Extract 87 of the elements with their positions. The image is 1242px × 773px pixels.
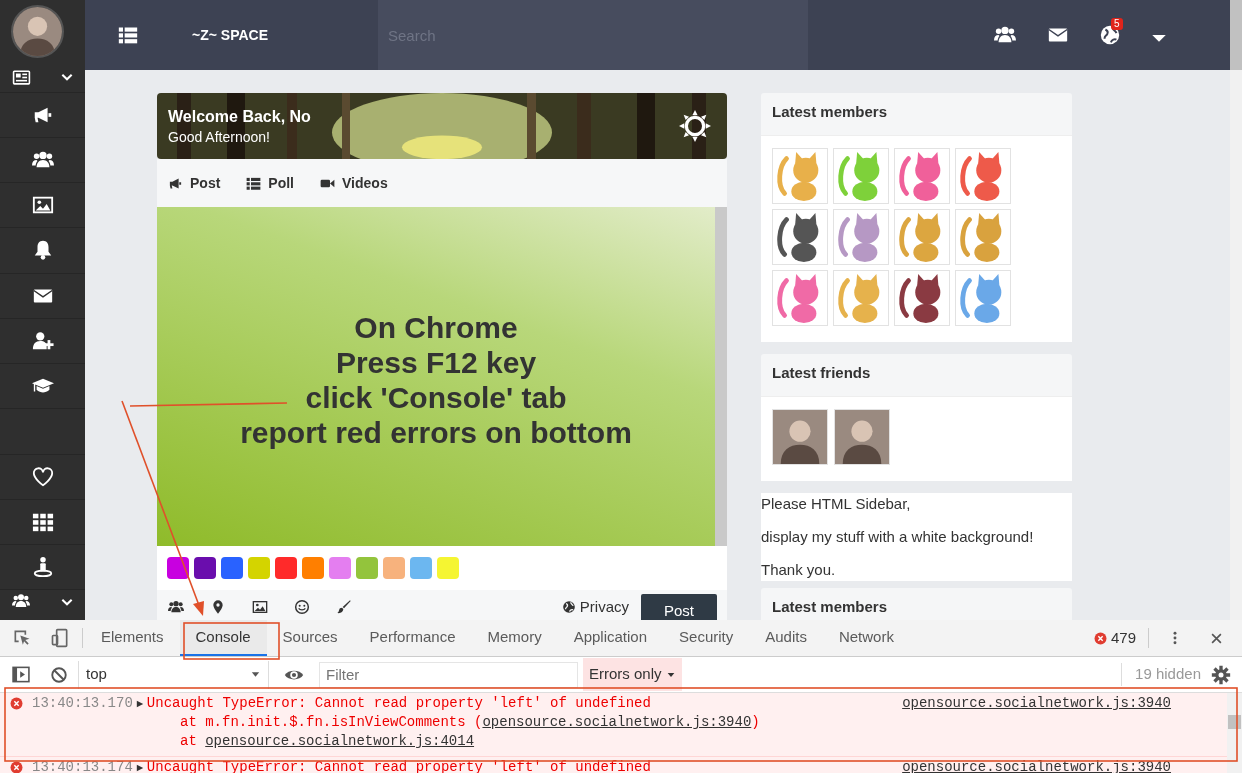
- color-swatch[interactable]: [356, 557, 378, 580]
- globe-icon: [561, 600, 576, 615]
- device-toolbar-icon[interactable]: [50, 628, 70, 648]
- devtools-tab[interactable]: Performance: [353, 620, 472, 656]
- composer-tab[interactable]: Videos: [319, 172, 388, 194]
- color-swatch[interactable]: [194, 557, 216, 580]
- widget-title: Latest friends: [772, 364, 871, 382]
- error-icon: [10, 761, 23, 773]
- sidebar-text: Thank you.: [761, 560, 837, 580]
- canvas-text-line: report red errors on bottom: [240, 414, 632, 450]
- cat-avatar-icon[interactable]: [955, 148, 1011, 204]
- widget-title: Latest members: [772, 103, 888, 121]
- color-swatch[interactable]: [167, 557, 189, 580]
- welcome-title: Welcome Back, No: [168, 106, 311, 127]
- timestamp: 13:40:13.170: [32, 694, 133, 713]
- grid-icon: [31, 511, 54, 533]
- brush-icon[interactable]: [335, 599, 353, 616]
- add-user-icon: [31, 329, 54, 352]
- clear-icon[interactable]: [50, 665, 68, 684]
- sidebar-toggle-icon[interactable]: [11, 665, 31, 684]
- friend-avatar[interactable]: [772, 409, 828, 465]
- stack-trace-line: at m.fn.init.$.fn.isInViewComments (opensource.socialnetwork.js:3940): [179, 713, 761, 732]
- color-swatch[interactable]: [410, 557, 432, 580]
- sun-icon[interactable]: [679, 110, 711, 143]
- devtools-tab[interactable]: Memory: [471, 620, 558, 656]
- source-link[interactable]: opensource.socialnetwork.js:4014: [205, 733, 475, 749]
- devtools-tab[interactable]: Elements: [85, 620, 180, 656]
- notification-badge: 5: [1111, 18, 1123, 30]
- menu-icon[interactable]: [116, 25, 139, 45]
- newspaper-icon[interactable]: [11, 67, 32, 87]
- scrollbar[interactable]: [1230, 0, 1242, 620]
- devtools-tab[interactable]: Application: [557, 620, 664, 656]
- dropdown-caret-icon: [250, 669, 261, 680]
- devtools-tab[interactable]: Network: [822, 620, 910, 656]
- devtools-tab[interactable]: Audits: [749, 620, 823, 656]
- source-link[interactable]: opensource.socialnetwork.js:3940: [902, 694, 1171, 713]
- heart-icon: [31, 465, 54, 488]
- widget-title: Latest members: [772, 598, 888, 616]
- composer-tab[interactable]: Post: [167, 172, 221, 194]
- color-swatch[interactable]: [329, 557, 351, 580]
- devtools-tab[interactable]: Sources: [266, 620, 354, 656]
- source-link[interactable]: opensource.socialnetwork.js:3940: [482, 714, 752, 730]
- friend-avatar[interactable]: [834, 409, 890, 465]
- canvas-text-line: On Chrome: [354, 309, 518, 345]
- console-error-row[interactable]: [0, 693, 1227, 757]
- color-swatch[interactable]: [302, 557, 324, 580]
- welcome-subtitle: Good Afternoon!: [168, 127, 271, 147]
- context-select[interactable]: top: [78, 660, 268, 689]
- hidden-count: 19 hidden: [1121, 663, 1201, 686]
- privacy-button[interactable]: Privacy: [561, 599, 629, 616]
- error-icon: [1093, 631, 1107, 645]
- log-level-select[interactable]: Errors only: [583, 658, 682, 691]
- devtools-tab[interactable]: Console: [179, 620, 267, 656]
- person-pin-icon: [31, 556, 54, 579]
- profile-avatar[interactable]: [11, 5, 64, 58]
- cat-avatar-icon[interactable]: [772, 209, 828, 265]
- scrollbar[interactable]: [715, 207, 727, 546]
- sidebar-text: Please HTML Sidebar,: [761, 494, 912, 514]
- list-icon: [245, 175, 263, 191]
- error-icon: [10, 697, 23, 710]
- color-swatch[interactable]: [275, 557, 297, 580]
- error-message: Uncaught TypeError: Cannot read property 'left' of undefined: [146, 694, 651, 713]
- timestamp: 13:40:13.174: [32, 758, 133, 773]
- color-swatch[interactable]: [221, 557, 243, 580]
- inspect-icon[interactable]: [12, 628, 32, 648]
- brand-name[interactable]: ~Z~ SPACE: [170, 24, 378, 46]
- image-icon[interactable]: [251, 599, 269, 616]
- expand-triangle-icon[interactable]: [135, 763, 144, 772]
- color-swatch[interactable]: [383, 557, 405, 580]
- post-button[interactable]: Post: [641, 594, 717, 620]
- canvas-text-line: Press F12 key: [335, 344, 537, 380]
- devtools-tab[interactable]: Security: [663, 620, 750, 656]
- post-canvas[interactable]: On Chrome Press F12 key click 'Console' tab report red errors on bottom: [157, 207, 715, 546]
- color-swatch[interactable]: [437, 557, 459, 580]
- composer-tab[interactable]: Poll: [245, 172, 294, 194]
- canvas-text-line: click 'Console' tab: [305, 379, 567, 415]
- settings-icon[interactable]: [1211, 664, 1231, 685]
- sidebar-text: display my stuff with a white background!: [761, 527, 1035, 547]
- error-message: Uncaught TypeError: Cannot read property 'left' of undefined: [146, 758, 651, 773]
- smiley-icon[interactable]: [293, 599, 311, 616]
- color-swatch[interactable]: [248, 557, 270, 580]
- cat-avatar-icon[interactable]: [894, 270, 950, 326]
- stack-trace-line: at opensource.socialnetwork.js:4014: [179, 732, 476, 751]
- error-count: 479: [1110, 627, 1136, 648]
- filter-field[interactable]: Filter: [319, 661, 578, 688]
- source-link[interactable]: opensource.socialnetwork.js:3940: [902, 758, 1171, 773]
- expand-triangle-icon[interactable]: [135, 699, 144, 708]
